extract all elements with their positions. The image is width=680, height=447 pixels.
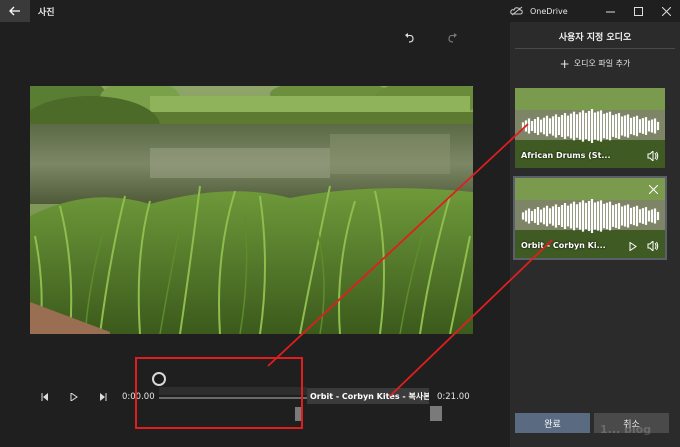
plus-icon: + <box>559 56 570 71</box>
back-button[interactable] <box>0 0 30 22</box>
skip-forward-icon <box>100 393 107 401</box>
redo-icon <box>448 33 457 43</box>
close-window-button[interactable] <box>652 0 680 22</box>
add-audio-label: 오디오 파일 추가 <box>573 59 631 68</box>
play-icon <box>70 393 78 401</box>
redo-button[interactable] <box>444 30 460 46</box>
speaker-icon[interactable] <box>647 240 659 252</box>
play-icon[interactable] <box>627 240 639 252</box>
total-time: 0:21.00 <box>437 392 470 402</box>
annotation-highlight-box <box>135 357 303 429</box>
minimize-button[interactable] <box>596 0 624 22</box>
skip-forward-button[interactable] <box>96 390 110 404</box>
remove-icon <box>648 184 658 194</box>
onedrive-cloud-icon <box>510 6 523 16</box>
panel-title: 사용자 지정 오디오 <box>558 33 632 43</box>
undo-button[interactable] <box>402 30 418 46</box>
onedrive-label: OneDrive <box>530 6 568 16</box>
play-button[interactable] <box>67 390 81 404</box>
speaker-icon[interactable] <box>647 150 659 162</box>
back-arrow-icon <box>9 6 20 16</box>
title-bar: 사진 OneDrive <box>0 0 680 22</box>
audio-card-orbit[interactable]: Orbit - Corbyn Ki... <box>513 176 667 260</box>
skip-back-icon <box>41 393 48 401</box>
onedrive-status[interactable]: OneDrive <box>510 0 568 22</box>
audio-card-african-drums[interactable]: African Drums (St... <box>515 88 665 168</box>
watermark: 1... blog <box>600 423 652 436</box>
maximize-button[interactable] <box>624 0 652 22</box>
custom-audio-panel: 사용자 지정 오디오 + 오디오 파일 추가 African Drums (St… <box>510 22 680 447</box>
undo-icon <box>405 33 414 43</box>
audio-card-title: African Drums (St... <box>521 151 611 160</box>
audio-card-title: Orbit - Corbyn Ki... <box>521 241 606 250</box>
audio-clip-label[interactable]: Orbit - Corbyn Kites - 복사본 <box>307 388 429 404</box>
app-title: 사진 <box>38 8 55 18</box>
done-button[interactable]: 완료 <box>515 413 590 433</box>
remove-audio-button[interactable] <box>647 183 659 195</box>
audio-trim-end-handle[interactable] <box>430 406 442 421</box>
minimize-icon <box>605 11 615 12</box>
close-icon <box>661 6 671 16</box>
skip-back-button[interactable] <box>38 390 52 404</box>
video-frame-image <box>30 86 473 334</box>
panel-divider <box>515 48 675 49</box>
video-preview[interactable] <box>30 86 473 334</box>
add-audio-file-button[interactable]: + 오디오 파일 추가 <box>510 56 680 71</box>
maximize-icon <box>633 6 643 16</box>
